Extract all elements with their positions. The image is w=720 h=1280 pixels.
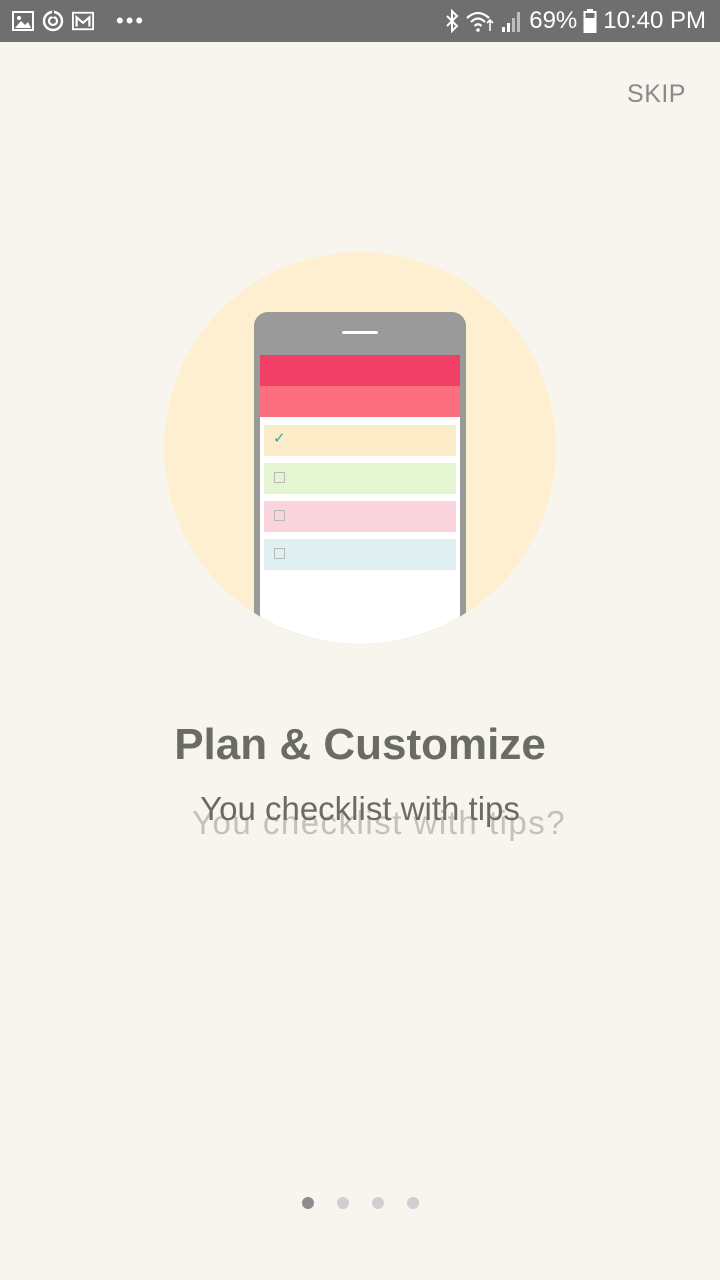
mail-icon	[72, 11, 94, 31]
checkbox-icon	[274, 472, 285, 483]
clock: 10:40 PM	[603, 7, 706, 34]
phone-screen: ✓	[260, 355, 460, 644]
page-dot[interactable]	[371, 1197, 384, 1209]
checklist-row	[264, 539, 456, 570]
page-dot[interactable]	[336, 1197, 349, 1209]
more-notifications-dots: •••	[116, 8, 146, 33]
phone-illustration: ✓	[254, 312, 466, 644]
battery-icon	[583, 9, 597, 33]
sync-icon	[42, 10, 64, 32]
checkmark-icon: ✓	[273, 430, 286, 447]
screen-header-bar	[260, 355, 460, 386]
status-bar: ••• 69% 10:40 PM	[0, 0, 720, 42]
checkbox-icon	[274, 548, 285, 559]
battery-percent: 69%	[529, 7, 578, 34]
signal-icon	[502, 12, 521, 32]
phone-speaker	[342, 331, 378, 334]
onboarding-illustration: ✓	[164, 252, 556, 644]
checkbox-icon	[274, 510, 285, 521]
onboarding-subtitle: You checklist with tips	[200, 790, 520, 827]
notification-icons: •••	[12, 8, 145, 34]
onboarding-title: Plan & Customize	[174, 720, 546, 769]
checklist-row: ✓	[264, 425, 456, 456]
wifi-icon	[466, 11, 494, 32]
checklist-row	[264, 463, 456, 494]
page-indicator	[0, 1197, 720, 1209]
bluetooth-icon	[446, 9, 459, 33]
system-icons: 69% 10:40 PM	[445, 6, 706, 36]
screen-subheader-bar	[260, 386, 460, 417]
checklist-row	[264, 501, 456, 532]
page-dot[interactable]	[406, 1197, 419, 1209]
image-icon	[12, 11, 34, 31]
page-dot-active[interactable]	[301, 1197, 314, 1209]
skip-button[interactable]: SKIP	[627, 80, 686, 109]
